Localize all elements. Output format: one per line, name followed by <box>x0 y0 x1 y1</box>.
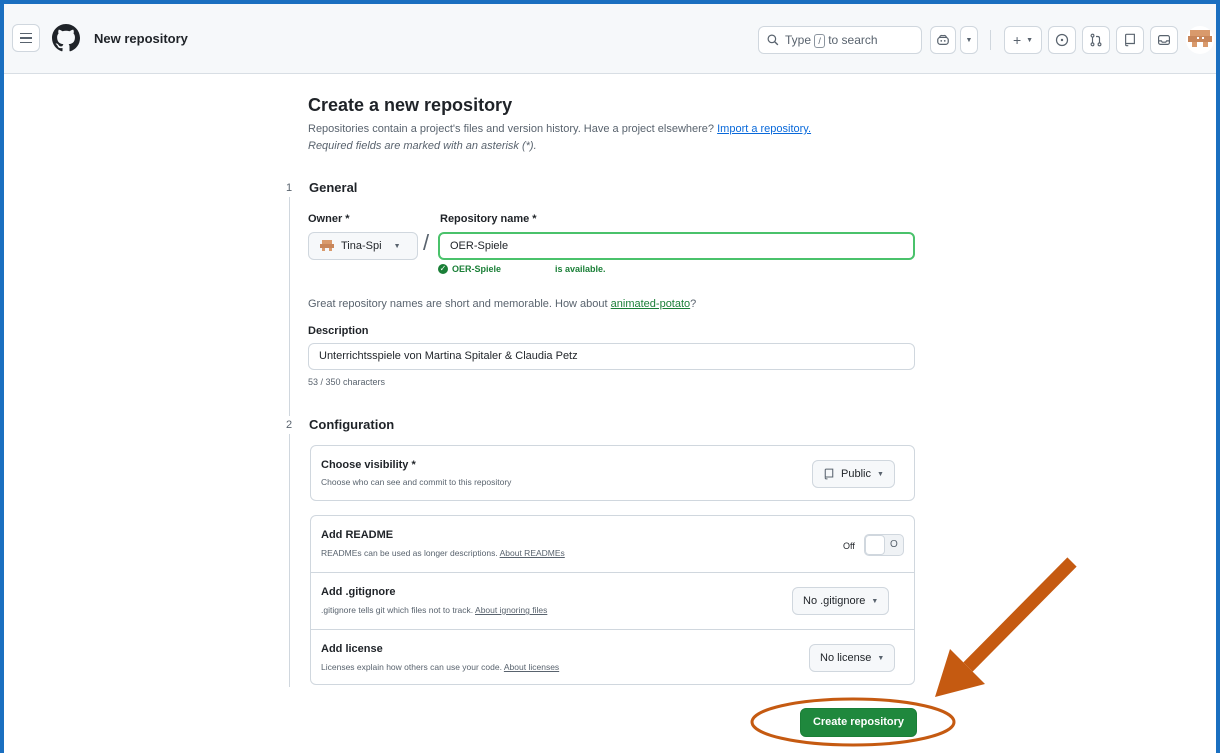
chevron-down-icon: ▼ <box>1026 36 1034 44</box>
gitignore-description-text: .gitignore tells git which files not to … <box>321 605 474 615</box>
description-label: Description <box>308 325 369 337</box>
license-dropdown[interactable]: No license ▼ <box>809 644 896 672</box>
chevron-down-icon: ▼ <box>871 597 879 605</box>
search-icon <box>767 34 779 46</box>
visibility-card: Choose visibility * Choose who can see a… <box>310 445 915 501</box>
toggle-knob <box>865 535 885 555</box>
owner-dropdown[interactable]: Tina-Spi ▼ <box>308 232 418 260</box>
visibility-title: Choose visibility * <box>321 459 416 471</box>
copilot-button[interactable] <box>930 26 956 54</box>
check-circle-icon: ✓ <box>438 264 448 274</box>
create-repository-button[interactable]: Create repository <box>800 708 917 737</box>
hamburger-menu-button[interactable] <box>12 24 40 52</box>
about-readmes-link[interactable]: About READMEs <box>500 548 565 558</box>
license-row: Add license Licenses explain how others … <box>311 629 914 685</box>
repositories-button[interactable] <box>1116 26 1144 54</box>
pull-requests-button[interactable] <box>1082 26 1110 54</box>
new-repository-form: Create a new repository Repositories con… <box>0 75 1220 753</box>
copilot-icon <box>937 34 949 45</box>
search-input[interactable]: Type / to search <box>758 26 922 54</box>
section-title-general: General <box>309 180 358 195</box>
github-logo-icon[interactable] <box>52 24 80 52</box>
menu-icon-line <box>20 37 32 39</box>
top-navigation-bar: New repository Type / to search ▼ + ▼ <box>4 4 1216 74</box>
license-description: Licenses explain how others can use your… <box>321 662 559 672</box>
step-timeline-line <box>289 197 290 687</box>
repo-icon <box>1125 33 1135 47</box>
search-shortcut-key: / <box>814 33 825 48</box>
available-text: is available. <box>555 264 606 274</box>
gitignore-description: .gitignore tells git which files not to … <box>321 605 547 615</box>
chevron-down-icon: ▼ <box>877 654 885 662</box>
about-licenses-link[interactable]: About licenses <box>504 662 559 672</box>
readme-toggle[interactable]: O <box>864 534 904 556</box>
required-fields-note: Required fields are marked with an aster… <box>308 140 537 152</box>
repository-name-input[interactable]: OER-Spiele <box>438 232 915 260</box>
import-repository-link[interactable]: Import a repository. <box>717 123 811 135</box>
visibility-description: Choose who can see and commit to this re… <box>321 477 512 487</box>
gitignore-value: No .gitignore <box>803 595 866 607</box>
section-title-configuration: Configuration <box>309 417 395 432</box>
description-input[interactable]: Unterrichtsspiele von Martina Spitaler &… <box>308 343 915 370</box>
visibility-dropdown[interactable]: Public ▼ <box>812 460 895 488</box>
notifications-button[interactable] <box>1150 26 1178 54</box>
suggested-name-link[interactable]: animated-potato <box>611 298 691 310</box>
toggle-off-icon: O <box>890 539 898 550</box>
user-avatar[interactable] <box>1186 26 1214 54</box>
readme-toggle-state: Off <box>843 541 855 551</box>
step-number-general: 1 <box>280 179 298 197</box>
owner-avatar-icon <box>320 240 334 251</box>
step-number-configuration: 2 <box>280 416 298 434</box>
hint-question-mark: ? <box>690 298 697 310</box>
readme-title: Add README <box>321 529 394 541</box>
owner-value: Tina-Spi <box>341 240 382 252</box>
available-repo-name: OER-Spiele <box>452 264 502 274</box>
repo-icon <box>824 468 834 480</box>
user-avatar-icon <box>1188 30 1212 47</box>
copilot-dropdown-button[interactable]: ▼ <box>960 26 978 54</box>
issue-opened-icon <box>1055 33 1069 47</box>
chevron-down-icon: ▼ <box>876 470 884 478</box>
license-description-text: Licenses explain how others can use your… <box>321 662 502 672</box>
page-title: Create a new repository <box>308 95 513 115</box>
page-subtitle-text: Repositories contain a project's files a… <box>308 123 715 135</box>
create-new-button[interactable]: + ▼ <box>1004 26 1042 54</box>
inbox-icon <box>1158 35 1170 45</box>
availability-message: ✓ OER-Spiele is available. <box>438 264 606 274</box>
description-char-count: 53 / 350 characters <box>308 377 386 387</box>
search-placeholder-prefix: Type <box>785 32 812 47</box>
header-divider <box>990 30 991 50</box>
search-placeholder-suffix: to search <box>828 32 878 47</box>
owner-label: Owner * <box>308 213 350 225</box>
chevron-down-icon: ▼ <box>393 242 401 250</box>
readme-row: Add README READMEs can be used as longer… <box>311 516 914 572</box>
repository-options-card: Add README READMEs can be used as longer… <box>310 515 915 685</box>
chevron-down-icon: ▼ <box>965 36 973 44</box>
menu-icon-line <box>20 41 32 44</box>
repository-name-label: Repository name * <box>440 213 537 225</box>
license-title: Add license <box>321 643 383 655</box>
about-ignoring-files-link[interactable]: About ignoring files <box>475 605 547 615</box>
plus-icon: + <box>1012 32 1022 48</box>
menu-icon-line <box>20 32 32 35</box>
page-context-title: New repository <box>94 31 188 46</box>
visibility-value: Public <box>841 468 871 480</box>
owner-repo-separator: / <box>423 230 430 255</box>
license-value: No license <box>820 652 872 664</box>
gitignore-title: Add .gitignore <box>321 586 396 598</box>
page-subtitle: Repositories contain a project's files a… <box>308 123 811 135</box>
gitignore-row: Add .gitignore .gitignore tells git whic… <box>311 572 914 629</box>
readme-description: READMEs can be used as longer descriptio… <box>321 548 565 558</box>
hint-text: Great repository names are short and mem… <box>308 298 608 310</box>
git-pull-request-icon <box>1090 33 1102 47</box>
issues-button[interactable] <box>1048 26 1076 54</box>
repository-name-hint: Great repository names are short and mem… <box>308 298 696 310</box>
readme-description-text: READMEs can be used as longer descriptio… <box>321 548 498 558</box>
gitignore-dropdown[interactable]: No .gitignore ▼ <box>792 587 890 615</box>
